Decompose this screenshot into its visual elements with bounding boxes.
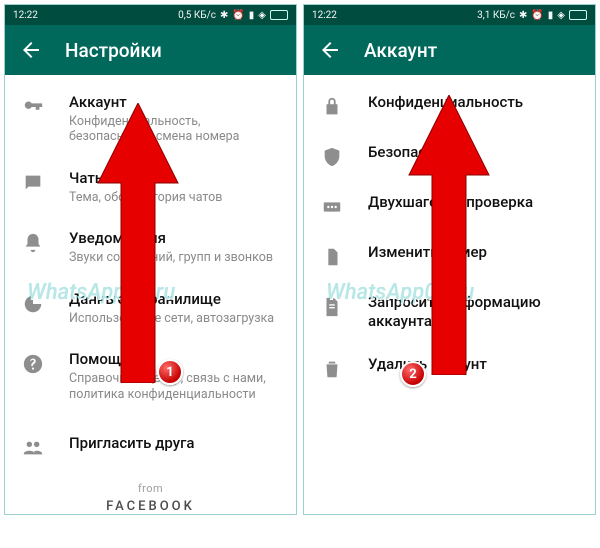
battery-icon	[270, 10, 288, 20]
item-title: Двухшаговая проверка	[368, 193, 581, 212]
wifi-icon: ◈	[557, 10, 565, 21]
item-title: Аккаунт	[69, 93, 282, 112]
status-right: 0,5 КБ/с ✱ ⏰ ▮ ◈	[178, 10, 288, 21]
phone-left: 12:22 0,5 КБ/с ✱ ⏰ ▮ ◈ Настройки Аккаунт…	[4, 4, 297, 515]
header-title: Аккаунт	[364, 39, 437, 62]
footer-from: from	[5, 482, 296, 495]
account-item-delete[interactable]: Удалить аккаунт	[304, 343, 595, 393]
status-time: 12:22	[312, 10, 337, 21]
item-title: Данные и хранилище	[69, 290, 282, 309]
item-title: Уведомления	[69, 229, 282, 248]
twostep-icon	[320, 195, 344, 219]
account-item-security[interactable]: Безопасность	[304, 131, 595, 181]
header-title: Настройки	[65, 39, 162, 62]
help-icon	[21, 352, 45, 376]
status-bar: 12:22 3,1 КБ/с ✱ ⏰ ▮ ◈	[304, 5, 595, 25]
alarm-icon: ⏰	[232, 10, 244, 21]
sim-icon	[320, 245, 344, 269]
app-header: Настройки	[5, 25, 296, 75]
settings-item-help[interactable]: Помощь Справочный центр, связь с нами, п…	[5, 338, 296, 414]
chat-icon	[21, 171, 45, 195]
key-icon	[21, 95, 45, 119]
item-title: Помощь	[69, 350, 282, 369]
item-subtitle: Тема, обои, история чатов	[69, 190, 282, 206]
settings-item-notifications[interactable]: Уведомления Звуки сообщений, групп и зво…	[5, 217, 296, 277]
phone-right: 12:22 3,1 КБ/с ✱ ⏰ ▮ ◈ Аккаунт Конфиденц…	[303, 4, 596, 515]
settings-item-invite[interactable]: Пригласить друга	[5, 422, 296, 472]
item-subtitle: Использование сети, автозагрузка	[69, 311, 282, 327]
back-button[interactable]	[318, 38, 342, 62]
status-time: 12:22	[13, 10, 38, 21]
app-header: Аккаунт	[304, 25, 595, 75]
signal-icon: ▮	[548, 10, 554, 21]
bluetooth-icon: ✱	[519, 10, 527, 21]
item-title: Чаты	[69, 169, 282, 188]
shield-icon	[320, 145, 344, 169]
settings-item-data[interactable]: Данные и хранилище Использование сети, а…	[5, 278, 296, 338]
status-bar: 12:22 0,5 КБ/с ✱ ⏰ ▮ ◈	[5, 5, 296, 25]
data-icon	[21, 292, 45, 316]
wifi-icon: ◈	[258, 10, 266, 21]
doc-icon	[320, 295, 344, 319]
back-button[interactable]	[19, 38, 43, 62]
item-subtitle: Справочный центр, связь с нами, политика…	[69, 371, 282, 402]
signal-icon: ▮	[249, 10, 255, 21]
trash-icon	[320, 357, 344, 381]
settings-item-chats[interactable]: Чаты Тема, обои, история чатов	[5, 157, 296, 217]
alarm-icon: ⏰	[531, 10, 543, 21]
item-title: Пригласить друга	[69, 434, 282, 453]
item-subtitle: Звуки сообщений, групп и звонков	[69, 250, 282, 266]
item-title: Удалить аккаунт	[368, 355, 581, 374]
item-title: Изменить номер	[368, 243, 581, 262]
status-right: 3,1 КБ/с ✱ ⏰ ▮ ◈	[477, 10, 587, 21]
group-icon	[21, 436, 45, 460]
account-item-privacy[interactable]: Конфиденциальность	[304, 81, 595, 131]
settings-item-account[interactable]: Аккаунт Конфиденциальность, безопасность…	[5, 81, 296, 157]
account-list: Конфиденциальность Безопасность Двухшаго…	[304, 75, 595, 514]
settings-list: Аккаунт Конфиденциальность, безопасность…	[5, 75, 296, 514]
item-title: Запросить информацию аккаунта	[368, 293, 581, 331]
item-title: Конфиденциальность	[368, 93, 581, 112]
account-item-two-step[interactable]: Двухшаговая проверка	[304, 181, 595, 231]
item-title: Безопасность	[368, 143, 581, 162]
battery-icon	[569, 10, 587, 20]
account-item-change-number[interactable]: Изменить номер	[304, 231, 595, 281]
lock-icon	[320, 95, 344, 119]
footer-brand: FACEBOOK	[5, 499, 296, 514]
account-item-request-info[interactable]: Запросить информацию аккаунта	[304, 281, 595, 343]
bell-icon	[21, 231, 45, 255]
bluetooth-icon: ✱	[220, 10, 228, 21]
item-subtitle: Конфиденциальность, безопасность, смена …	[69, 114, 282, 145]
